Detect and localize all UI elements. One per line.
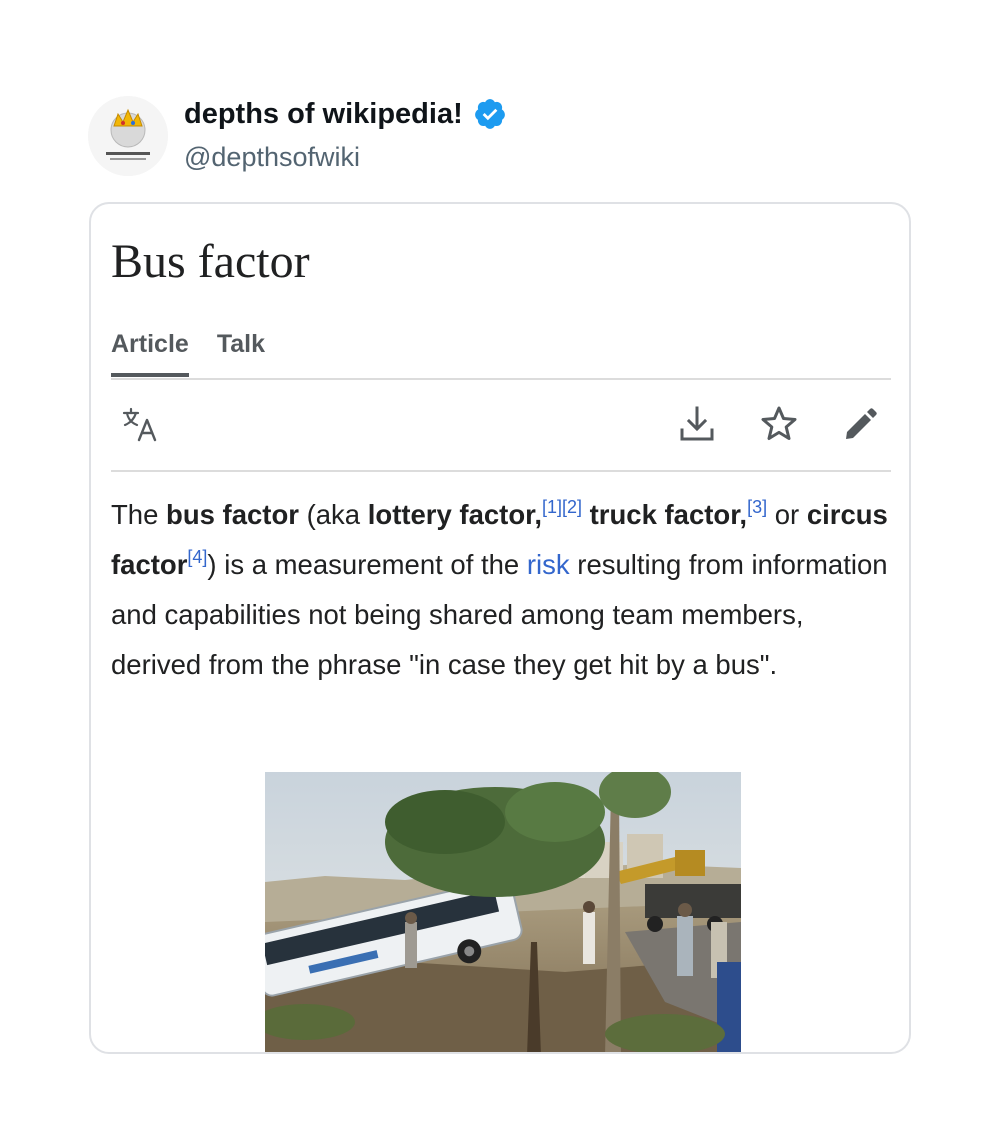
text-run: The: [111, 499, 167, 530]
verified-badge-icon: [474, 99, 505, 129]
citation-link[interactable]: [3]: [747, 497, 767, 517]
bold-term: lottery factor,: [367, 499, 542, 530]
text-run: or: [767, 499, 807, 530]
translate-icon[interactable]: [121, 404, 161, 444]
bold-term: truck factor,: [589, 499, 748, 530]
article-lead-paragraph: The bus factor (aka lottery factor,[1][2…: [111, 490, 901, 690]
handle[interactable]: @depthsofwiki: [184, 142, 360, 173]
tab-bar: Article Talk: [111, 330, 265, 377]
bold-term: bus factor: [166, 499, 299, 530]
wikipedia-card[interactable]: Bus factor Article Talk The bus factor (…: [89, 202, 911, 1054]
tab-article[interactable]: Article: [111, 330, 189, 377]
article-toolbar: [111, 400, 891, 450]
citation-link[interactable]: [1]: [542, 497, 562, 517]
display-name[interactable]: depths of wikipedia!: [184, 96, 507, 132]
toolbar-divider: [111, 470, 891, 472]
star-icon[interactable]: [759, 404, 799, 444]
pencil-icon[interactable]: [841, 404, 881, 444]
tab-talk[interactable]: Talk: [217, 330, 265, 377]
risk-link[interactable]: risk: [527, 549, 570, 580]
citation-link[interactable]: [2]: [562, 497, 582, 517]
crashed-bus-photo: [265, 772, 741, 1052]
citation-link[interactable]: [4]: [187, 547, 207, 567]
text-run: [582, 499, 590, 530]
article-image[interactable]: [265, 772, 741, 1052]
text-run: (aka: [298, 499, 368, 530]
page-title: Bus factor: [111, 235, 310, 288]
avatar[interactable]: [88, 96, 168, 176]
wikipedia-globe-crown-icon: [88, 96, 168, 176]
download-icon[interactable]: [677, 404, 717, 444]
tabs-divider: [111, 378, 891, 380]
display-name-text: depths of wikipedia!: [184, 97, 463, 130]
text-run: ) is a measurement of the: [207, 549, 527, 580]
